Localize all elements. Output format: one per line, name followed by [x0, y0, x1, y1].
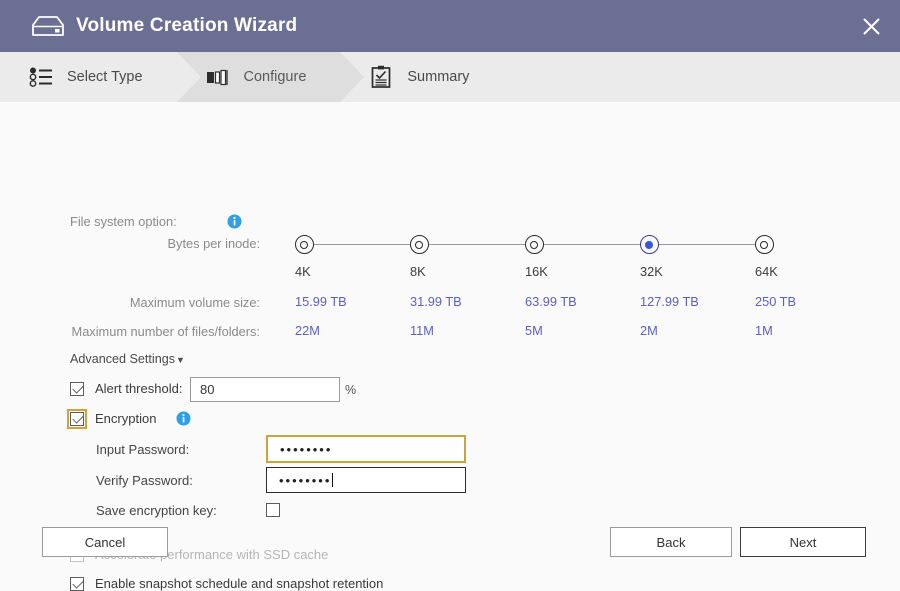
max-files-32k: 2M — [640, 323, 658, 338]
max-volume-size-values: 15.99 TB 31.99 TB 63.99 TB 127.99 TB 250… — [280, 294, 796, 312]
file-system-option-row: File system option: — [70, 214, 242, 229]
percent-suffix: % — [345, 383, 357, 397]
max-volume-size-4k: 15.99 TB — [295, 294, 347, 309]
verify-password-field[interactable]: •••••••• — [266, 467, 466, 493]
save-encryption-key-checkbox[interactable] — [266, 503, 280, 517]
max-files-64k: 1M — [755, 323, 773, 338]
encryption-checkbox[interactable] — [67, 408, 87, 429]
max-files-row: Maximum number of files/folders: — [40, 323, 260, 341]
input-password-field[interactable]: •••••••• — [266, 435, 466, 463]
chevron-down-icon: ▼ — [176, 355, 185, 365]
step-label-select-type: Select Type — [67, 69, 143, 85]
max-volume-size-64k: 250 TB — [755, 294, 797, 309]
slider-node-32k[interactable] — [639, 235, 659, 254]
bytes-per-inode-slider[interactable] — [280, 235, 790, 255]
advanced-settings-label: Advanced Settings — [70, 352, 176, 366]
wizard-footer: Cancel Back Next — [0, 516, 900, 570]
verify-password-value: •••••••• — [279, 472, 332, 488]
bytes-per-inode-row: Bytes per inode: — [70, 235, 260, 253]
cancel-button[interactable]: Cancel — [42, 527, 168, 557]
step-configure[interactable]: Configure — [176, 52, 365, 102]
page-title: Volume Creation Wizard — [76, 15, 298, 36]
max-volume-size-row: Maximum volume size: — [70, 294, 260, 312]
node-inner — [530, 240, 538, 249]
node-inner — [760, 240, 768, 249]
info-icon[interactable] — [176, 411, 191, 426]
max-volume-size-16k: 63.99 TB — [525, 294, 577, 309]
slider-tick-labels: 4K 8K 16K 32K 64K — [280, 264, 790, 282]
bytes-per-inode-label: Bytes per inode: — [167, 236, 260, 251]
tick-label-64k: 64K — [755, 264, 778, 279]
node-inner — [300, 240, 308, 249]
max-files-16k: 5M — [525, 323, 543, 338]
verify-password-label: Verify Password: — [96, 473, 193, 488]
snapshot-schedule-label: Enable snapshot schedule and snapshot re… — [95, 576, 384, 591]
snapshot-schedule-checkbox[interactable] — [70, 576, 84, 591]
max-volume-size-8k: 31.99 TB — [410, 294, 462, 309]
bullet-list-icon — [28, 64, 54, 90]
file-system-option-label: File system option: — [70, 214, 177, 229]
tick-label-4k: 4K — [295, 264, 311, 279]
max-files-label: Maximum number of files/folders: — [71, 324, 260, 339]
input-password-label: Input Password: — [96, 442, 190, 457]
step-label-summary: Summary — [407, 69, 470, 85]
slider-node-4k[interactable] — [294, 235, 314, 254]
alert-threshold-checkbox[interactable] — [70, 381, 84, 396]
encryption-label: Encryption — [95, 411, 157, 426]
title-bar: Volume Creation Wizard — [0, 0, 900, 52]
node-inner — [415, 240, 423, 249]
tick-label-8k: 8K — [410, 264, 426, 279]
max-files-values: 22M 11M 5M 2M 1M — [280, 323, 790, 341]
max-volume-size-label: Maximum volume size: — [129, 295, 260, 310]
sliders-icon — [205, 64, 231, 90]
alert-threshold-label: Alert threshold: — [95, 381, 183, 396]
step-summary[interactable]: Summary — [340, 52, 503, 102]
info-icon[interactable] — [227, 214, 242, 229]
configure-form: File system option: Bytes per inode: 4K … — [0, 102, 900, 591]
back-button[interactable]: Back — [610, 527, 732, 557]
tick-label-16k: 16K — [525, 264, 548, 279]
input-password-value: •••••••• — [280, 441, 333, 457]
clipboard-check-icon — [368, 64, 394, 90]
tick-label-32k: 32K — [640, 264, 663, 279]
encryption-row: Encryption — [67, 408, 191, 429]
nas-drive-icon — [30, 13, 66, 39]
slider-node-16k[interactable] — [524, 235, 544, 254]
step-label-configure: Configure — [243, 69, 307, 85]
slider-node-64k[interactable] — [754, 235, 774, 254]
alert-threshold-row: Alert threshold: — [70, 381, 182, 396]
max-files-4k: 22M — [295, 323, 320, 338]
node-inner — [645, 240, 653, 249]
max-files-8k: 11M — [410, 323, 434, 338]
text-cursor — [332, 473, 334, 487]
alert-threshold-input[interactable] — [190, 377, 340, 402]
close-icon[interactable] — [858, 13, 884, 39]
wizard-step-bar: Select Type Configure Summary — [0, 52, 900, 102]
snapshot-schedule-row: Enable snapshot schedule and snapshot re… — [70, 576, 383, 591]
next-button[interactable]: Next — [740, 527, 866, 557]
max-volume-size-32k: 127.99 TB — [640, 294, 699, 309]
step-select-type[interactable]: Select Type — [0, 52, 177, 102]
slider-node-8k[interactable] — [409, 235, 429, 254]
advanced-settings-toggle[interactable]: Advanced Settings▼ — [70, 352, 185, 366]
